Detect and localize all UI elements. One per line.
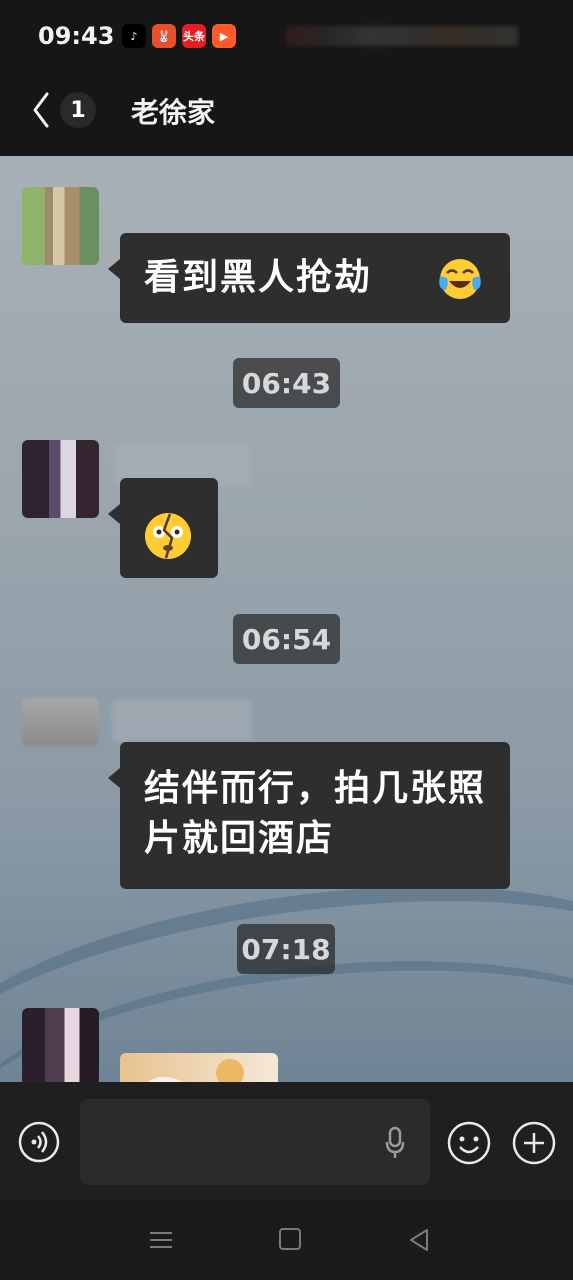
sender-name-blurred	[112, 700, 252, 742]
crying-laughing-face-icon	[439, 259, 481, 299]
home-square-icon[interactable]	[279, 1228, 301, 1250]
avatar[interactable]	[22, 698, 99, 746]
back-chevron-icon[interactable]	[27, 90, 55, 130]
message-bubble[interactable]: 结伴而行，拍几张照片就回酒店	[108, 742, 510, 889]
message-bubble[interactable]: 看到黑人抢劫	[108, 233, 510, 323]
avatar[interactable]	[22, 187, 99, 265]
voice-input-icon[interactable]	[18, 1121, 60, 1163]
tiktok-icon: ♪	[122, 24, 146, 48]
message-input[interactable]	[80, 1099, 430, 1185]
avatar[interactable]	[22, 440, 99, 518]
message-text: 看到黑人抢劫	[144, 257, 373, 298]
add-attachment-icon[interactable]	[512, 1121, 556, 1165]
toutiao-icon: 头条	[182, 24, 206, 48]
chat-title[interactable]: 老徐家	[131, 91, 215, 131]
message-timestamp: 06:54	[233, 614, 340, 664]
microphone-icon[interactable]	[384, 1126, 406, 1160]
shocked-broken-face-icon	[145, 513, 191, 559]
emoji-picker-icon[interactable]	[447, 1121, 491, 1165]
message-bubble[interactable]	[108, 478, 218, 578]
avatar[interactable]	[22, 1008, 99, 1086]
message-timestamp: 06:43	[233, 358, 340, 408]
video-app-icon: ▶	[212, 24, 236, 48]
message-text: 结伴而行，拍几张照片就回酒店	[144, 768, 487, 859]
status-bar: 09:43 ♪ 🐰 头条 ▶	[0, 0, 573, 70]
blurred-status-icons	[286, 26, 518, 46]
menu-icon[interactable]	[149, 1230, 173, 1250]
unread-count-badge[interactable]: 1	[60, 92, 96, 128]
back-triangle-icon[interactable]	[407, 1227, 431, 1253]
toutiao-game-icon: 🐰	[152, 24, 176, 48]
status-app-icons: ♪ 🐰 头条 ▶	[122, 24, 236, 48]
status-time: 09:43	[38, 22, 115, 50]
message-timestamp: 07:18	[237, 924, 335, 974]
